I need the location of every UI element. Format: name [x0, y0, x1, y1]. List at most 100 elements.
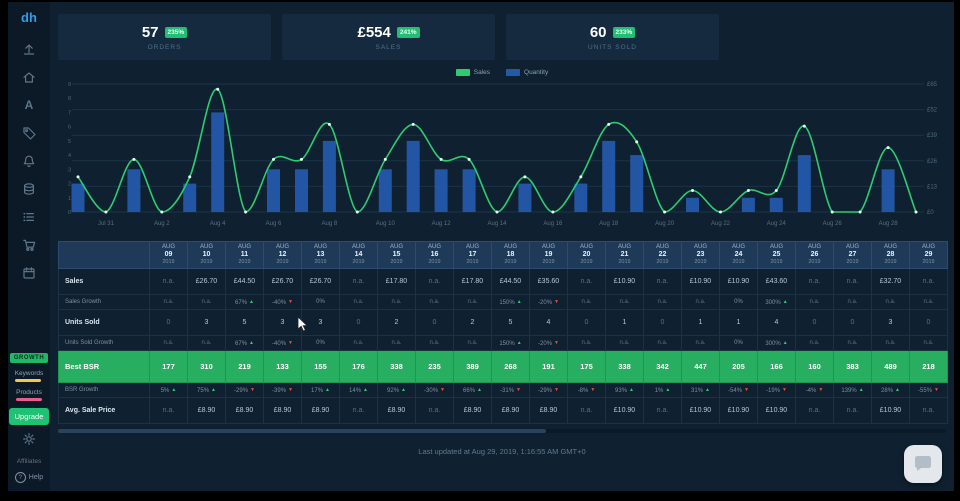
database-icon[interactable]: [21, 181, 37, 197]
table-cell: n.a.: [149, 268, 188, 295]
svg-text:Aug 22: Aug 22: [711, 221, 731, 227]
typography-icon[interactable]: A: [21, 97, 37, 113]
date-column-header[interactable]: AUG 12 2019: [263, 241, 302, 269]
sales-growth-badge: 241%: [396, 26, 420, 38]
arrow-down-icon: ▼: [288, 339, 293, 346]
arrow-down-icon: ▼: [744, 386, 749, 393]
table-cell: 235: [415, 350, 454, 383]
table-cell: n.a.: [871, 335, 910, 351]
date-column-header[interactable]: AUG 28 2019: [871, 241, 910, 269]
date-column-header[interactable]: AUG 25 2019: [757, 241, 796, 269]
settings-gear-icon[interactable]: [22, 432, 36, 451]
upgrade-button[interactable]: Upgrade: [8, 408, 50, 425]
date-column-header[interactable]: AUG 15 2019: [377, 241, 416, 269]
table-cell: 3: [263, 309, 302, 336]
home-icon[interactable]: [21, 69, 37, 85]
table-cell: n.a.: [605, 294, 644, 310]
date-column-header[interactable]: AUG 18 2019: [491, 241, 530, 269]
date-column-header[interactable]: AUG 21 2019: [605, 241, 644, 269]
table-cell: 75% ▲: [187, 382, 226, 398]
table-row-best-bsr: Best BSR 177 310 219 133 155 176 338 235 389 268 19…: [58, 350, 948, 383]
bell-icon[interactable]: [21, 153, 37, 169]
arrow-down-icon: ▼: [818, 386, 824, 393]
sidebar-nav: A: [21, 41, 37, 281]
date-column-header[interactable]: AUG 16 2019: [415, 241, 454, 269]
row-label: Sales: [58, 268, 150, 295]
date-column-header[interactable]: AUG 17 2019: [453, 241, 492, 269]
kpi-card-orders[interactable]: 57 235% ORDERS: [58, 14, 271, 60]
sidebar-item-keywords[interactable]: Keywords: [14, 370, 43, 382]
table-cell: 0: [833, 309, 872, 336]
table-cell: n.a.: [415, 335, 454, 351]
date-column-header[interactable]: AUG 19 2019: [529, 241, 568, 269]
date-column-header[interactable]: AUG 23 2019: [681, 241, 720, 269]
date-column-header[interactable]: AUG 09 2019: [149, 241, 188, 269]
date-column-header[interactable]: AUG 26 2019: [795, 241, 834, 269]
table-cell: 0%: [301, 335, 340, 351]
legend-item-sales[interactable]: Sales: [455, 69, 491, 76]
sidebar: dh A GROWTH Keywords Products Upgrade Af…: [8, 2, 50, 491]
list-icon[interactable]: [21, 209, 37, 225]
svg-text:Aug 14: Aug 14: [487, 221, 507, 227]
table-cell: 1% ▲: [643, 382, 682, 398]
table-cell: £8.90: [187, 397, 226, 424]
date-column-header[interactable]: AUG 29 2019: [909, 241, 948, 269]
kpi-card-units-sold[interactable]: 60 233% UNITS SOLD: [506, 14, 719, 60]
tag-icon[interactable]: [21, 125, 37, 141]
svg-text:2: 2: [68, 182, 71, 188]
table-cell: 0: [149, 309, 188, 336]
table-cell: £10.90: [605, 397, 644, 424]
table-row-sales-growth: Sales Growth n.a. n.a. 67% ▲ -40% ▼ 0% n.a. n.a. n…: [58, 294, 948, 310]
upload-icon[interactable]: [21, 41, 37, 57]
table-cell: 1: [719, 309, 758, 336]
table-cell: n.a.: [567, 397, 606, 424]
svg-text:0: 0: [68, 210, 71, 216]
date-column-header[interactable]: AUG 22 2019: [643, 241, 682, 269]
date-column-header[interactable]: AUG 24 2019: [719, 241, 758, 269]
calendar-icon[interactable]: [21, 265, 37, 281]
table-cell: n.a.: [643, 268, 682, 295]
help-button[interactable]: ? Help: [14, 472, 43, 483]
svg-text:£13: £13: [927, 184, 938, 190]
growth-badge: GROWTH: [9, 353, 49, 363]
arrow-down-icon: ▼: [440, 386, 445, 393]
table-cell: 175: [567, 350, 606, 383]
date-column-header[interactable]: AUG 27 2019: [833, 241, 872, 269]
date-column-header[interactable]: AUG 13 2019: [301, 241, 340, 269]
arrow-up-icon: ▲: [325, 386, 330, 393]
table-cell: -40% ▼: [263, 335, 302, 351]
table-row-units-sold-growth: Units Sold Growth n.a. n.a. 67% ▲ -40% ▼ 0% n.a.…: [58, 335, 948, 351]
arrow-up-icon: ▲: [477, 386, 482, 393]
legend-item-quantity[interactable]: Quantity: [506, 69, 548, 76]
table-cell: n.a.: [339, 397, 378, 424]
table-cell: £8.90: [529, 397, 568, 424]
metrics-table-wrap: AUG 09 2019 AUG 10 2019 AUG 11 2019 AUG 12 2019 AUG 1…: [58, 241, 948, 424]
date-column-header[interactable]: AUG 14 2019: [339, 241, 378, 269]
table-cell: £10.90: [719, 268, 758, 295]
row-label: Avg. Sale Price: [58, 397, 150, 424]
sidebar-item-products[interactable]: Products: [16, 389, 42, 401]
legend-sales-label: Sales: [473, 69, 491, 76]
date-column-header[interactable]: AUG 20 2019: [567, 241, 606, 269]
table-cell: n.a.: [453, 294, 492, 310]
table-cell: 2: [453, 309, 492, 336]
app-logo[interactable]: dh: [21, 10, 37, 25]
table-cell: 93% ▲: [605, 382, 644, 398]
svg-text:5: 5: [68, 139, 71, 145]
table-cell: -29% ▼: [529, 382, 568, 398]
date-column-header[interactable]: AUG 10 2019: [187, 241, 226, 269]
row-label: Units Sold: [58, 309, 150, 336]
sales-quantity-chart[interactable]: £0 £13 £26 £39 £52 £65 0 1 2 3 4 5 6 7 8 9 Jul 31 Aug 2 Au…: [58, 78, 948, 235]
arrow-down-icon: ▼: [516, 386, 521, 393]
kpi-card-sales[interactable]: £554 241% SALES: [282, 14, 495, 60]
table-cell: 0: [643, 309, 682, 336]
chat-widget-button[interactable]: [904, 445, 942, 483]
scrollbar-thumb[interactable]: [58, 429, 547, 433]
date-column-header[interactable]: AUG 11 2019: [225, 241, 264, 269]
arrow-down-icon: ▼: [554, 339, 559, 346]
table-cell: 155: [301, 350, 340, 383]
table-cell: 67% ▲: [225, 294, 264, 310]
sidebar-item-affiliates[interactable]: Affiliates: [17, 458, 41, 465]
cart-icon[interactable]: [21, 237, 37, 253]
question-icon: ?: [14, 472, 26, 483]
